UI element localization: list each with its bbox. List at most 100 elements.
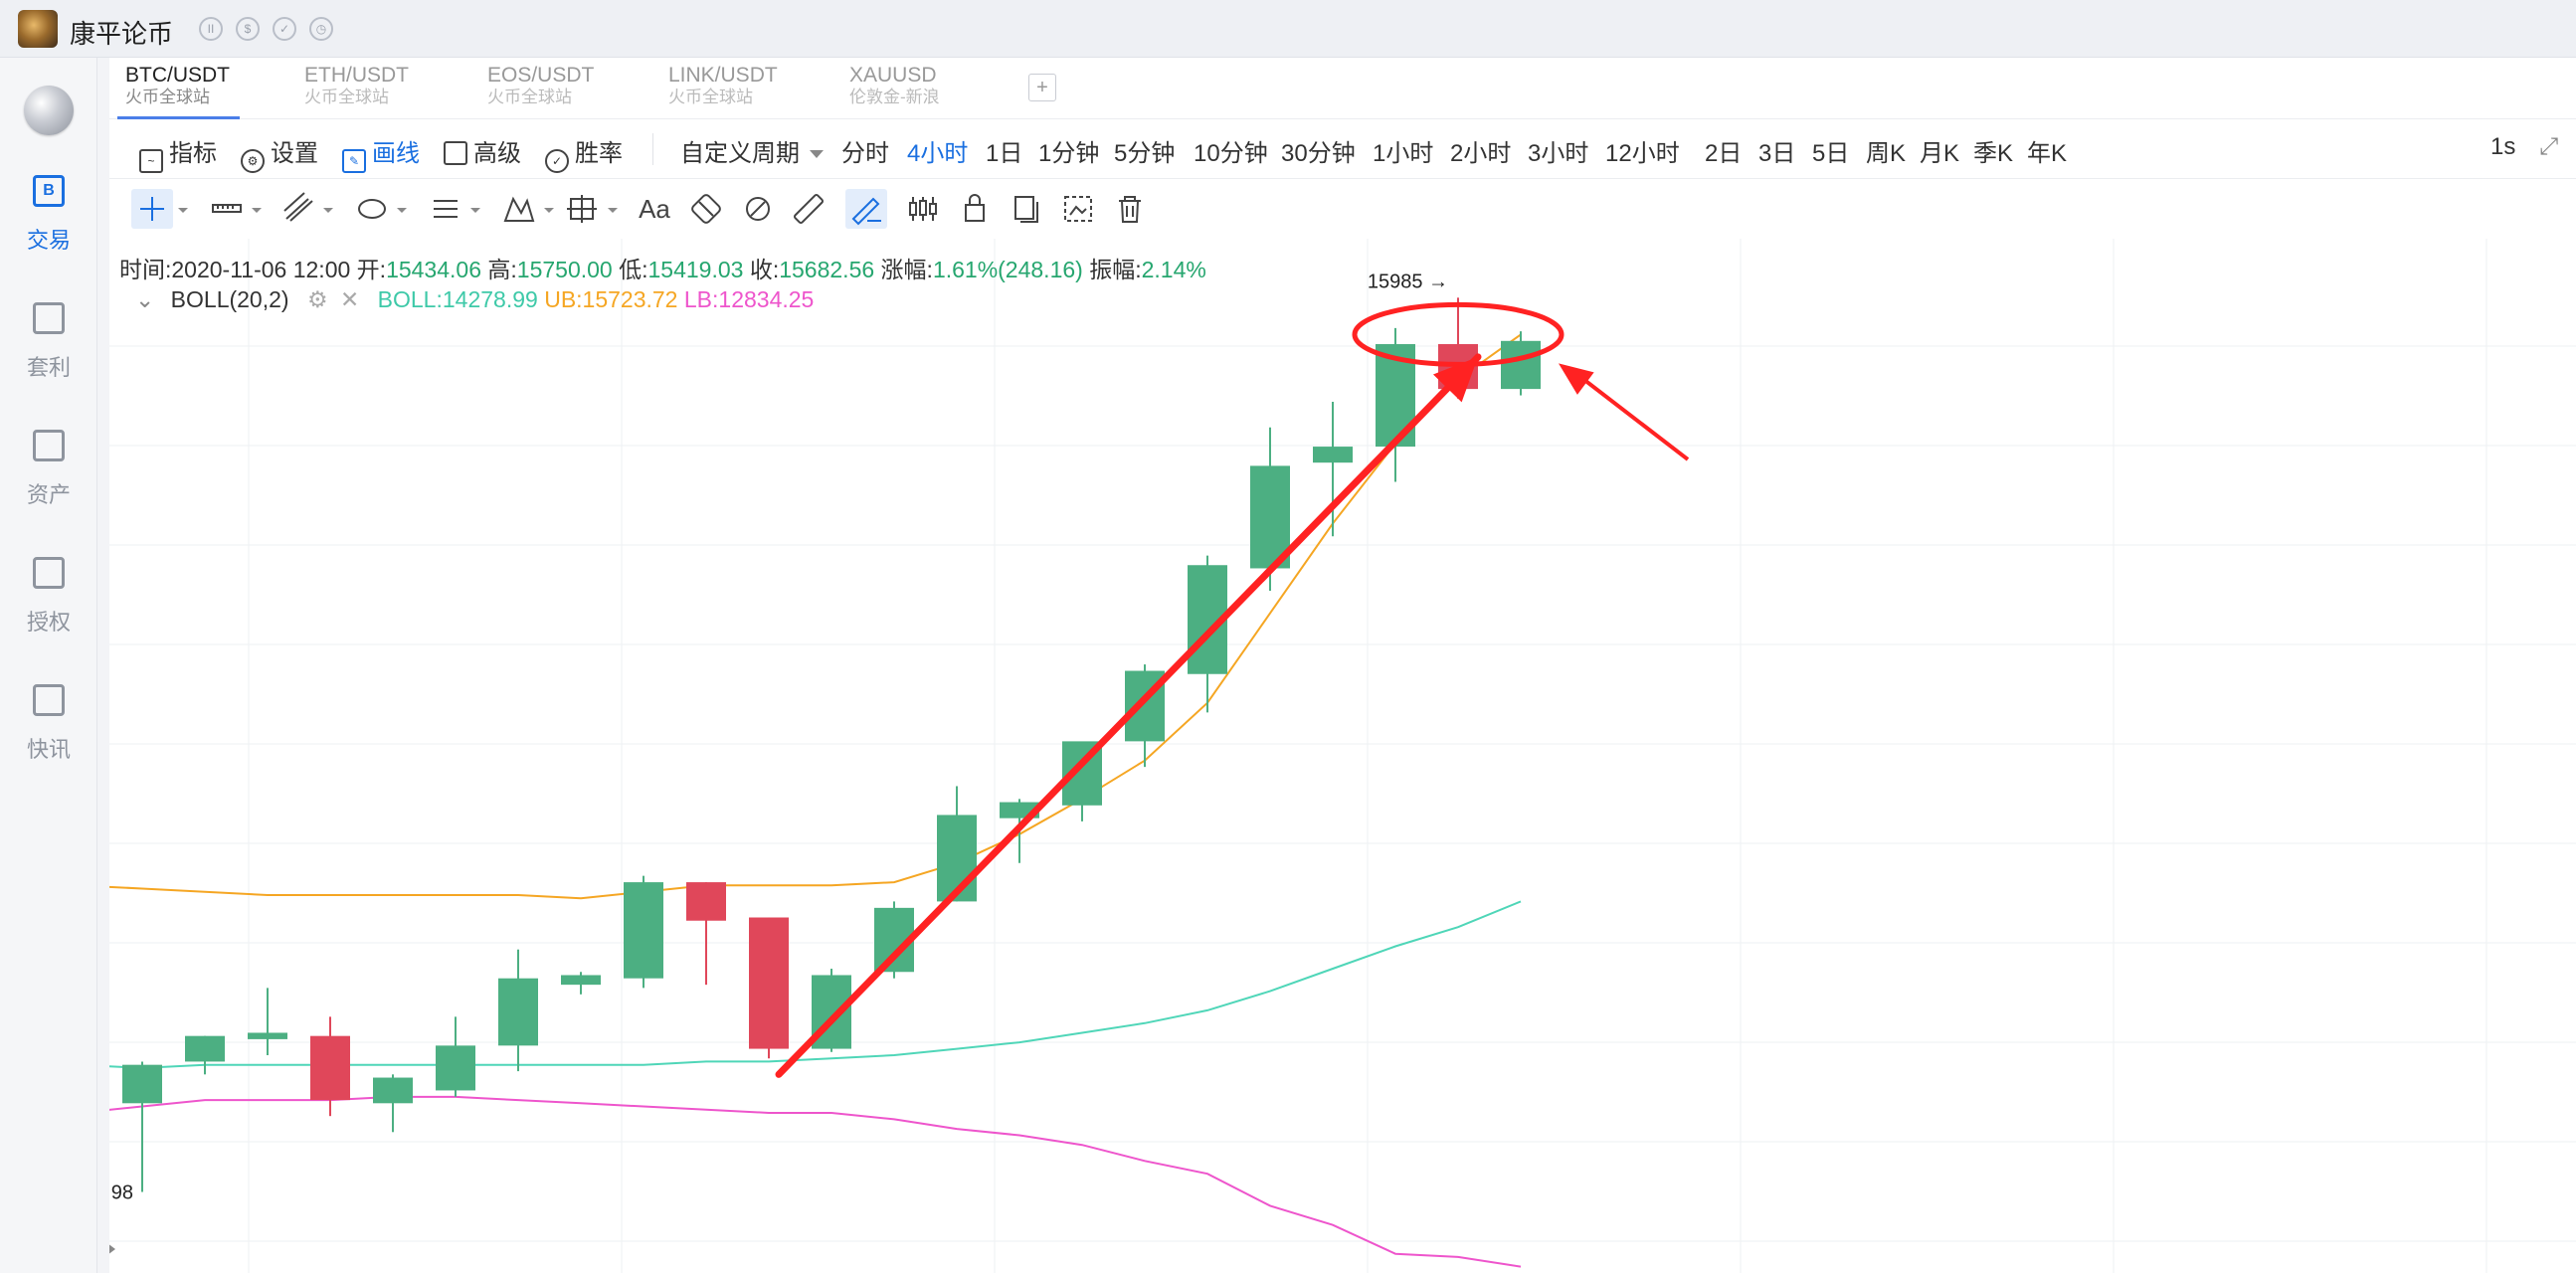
copy-tool[interactable] bbox=[1007, 189, 1046, 229]
text-tool[interactable]: Aa bbox=[635, 189, 674, 229]
ruler-tool[interactable] bbox=[207, 189, 247, 229]
pencil-line-icon bbox=[851, 197, 881, 226]
period-option[interactable]: 1分钟 bbox=[1038, 133, 1099, 168]
trendline-tool[interactable] bbox=[278, 189, 318, 229]
screenshot-icon bbox=[1064, 196, 1092, 222]
lock-tool[interactable] bbox=[738, 189, 778, 229]
copy-icon bbox=[1014, 196, 1038, 223]
candlestick-chart[interactable]: 15985 → ← 13192.98 bbox=[109, 239, 2576, 1273]
lock-drawings-tool[interactable] bbox=[955, 189, 995, 229]
chevron-down-icon bbox=[470, 208, 480, 213]
tab-eos-usdt[interactable]: EOS/USDT 火币全球站 bbox=[487, 64, 594, 117]
ruler-tool-dropdown[interactable] bbox=[247, 189, 267, 229]
period-option[interactable]: 年K bbox=[2027, 133, 2067, 168]
chevron-down-icon bbox=[397, 208, 407, 213]
period-option[interactable]: 季K bbox=[1973, 133, 2013, 168]
clock-icon[interactable]: ◷ bbox=[309, 17, 333, 41]
period-option[interactable]: 月K bbox=[1920, 133, 1959, 168]
sidebar-item-assets[interactable]: 资产 bbox=[0, 430, 97, 539]
pattern-tool-dropdown[interactable] bbox=[539, 189, 559, 229]
crosshair-tool[interactable] bbox=[131, 189, 173, 229]
fullscreen-icon[interactable]: ⤢ bbox=[2539, 133, 2558, 161]
trendline-tool-dropdown[interactable] bbox=[318, 189, 338, 229]
candle-body bbox=[122, 1064, 162, 1104]
chevron-down-icon bbox=[608, 208, 618, 213]
period-option[interactable]: 30分钟 bbox=[1281, 133, 1356, 168]
refresh-interval[interactable]: 1s bbox=[2490, 133, 2515, 161]
custom-period-dropdown[interactable]: 自定义周期 bbox=[680, 133, 824, 168]
sidebar-item-news[interactable]: 快讯 bbox=[0, 684, 97, 794]
period-option[interactable]: 5日 bbox=[1812, 133, 1849, 168]
period-option[interactable]: 1小时 bbox=[1373, 133, 1433, 168]
sidebar-item-authorize[interactable]: 授权 bbox=[0, 557, 97, 666]
parallel-tool[interactable] bbox=[426, 189, 465, 229]
tab-link-usdt[interactable]: LINK/USDT 火币全球站 bbox=[668, 64, 778, 117]
candle-body bbox=[749, 917, 789, 1049]
tab-btc-usdt[interactable]: BTC/USDT 火币全球站 bbox=[117, 64, 240, 119]
boll-upper-band bbox=[109, 333, 1522, 900]
shield-icon[interactable]: $ bbox=[236, 17, 260, 41]
period-option[interactable]: 4小时 bbox=[907, 133, 968, 168]
arbitrage-icon bbox=[33, 302, 65, 334]
crosshair-tool-dropdown[interactable] bbox=[173, 189, 193, 229]
period-option[interactable]: 1日 bbox=[986, 133, 1022, 168]
calendar-icon bbox=[444, 141, 467, 165]
delete-drawings-tool[interactable] bbox=[1110, 189, 1150, 229]
parallel-tool-dropdown[interactable] bbox=[465, 189, 485, 229]
magnet-tool[interactable] bbox=[686, 189, 726, 229]
draw-button[interactable]: ✎ 画线 bbox=[342, 133, 420, 173]
period-option[interactable]: 3小时 bbox=[1528, 133, 1588, 168]
boll-close-icon[interactable]: ✕ bbox=[340, 286, 359, 312]
sidebar-item-label: 资产 bbox=[26, 482, 71, 507]
ellipse-tool[interactable] bbox=[352, 189, 392, 229]
sidebar: B 交易 套利 资产 授权 快讯 bbox=[0, 58, 97, 1273]
boll-lb-value: 12834.25 bbox=[718, 286, 815, 312]
measure-tool-dropdown[interactable] bbox=[603, 189, 623, 229]
pattern-tool[interactable] bbox=[499, 189, 539, 229]
ellipse-tool-dropdown[interactable] bbox=[392, 189, 412, 229]
candle-body bbox=[185, 1035, 225, 1062]
candle-body bbox=[1313, 447, 1353, 463]
ohlc-amplitude: 2.14% bbox=[1141, 257, 1206, 282]
indicator-icon: ~ bbox=[139, 149, 163, 173]
trash-icon bbox=[1119, 196, 1141, 223]
winrate-button[interactable]: ✓ 胜率 bbox=[545, 133, 623, 173]
settings-button[interactable]: ⚙ 设置 bbox=[241, 133, 318, 173]
indicator-button[interactable]: ~ 指标 bbox=[139, 133, 217, 173]
ellipse-icon bbox=[358, 199, 386, 219]
candle-body bbox=[1501, 340, 1541, 390]
add-tab-button[interactable]: + bbox=[1028, 74, 1056, 101]
draw-mode-tool[interactable] bbox=[845, 189, 887, 229]
collapse-chevron-icon[interactable]: ⌄ bbox=[135, 286, 154, 312]
tab-xauusd[interactable]: XAUUSD 伦敦金-新浪 bbox=[849, 64, 940, 117]
period-option[interactable]: 5分钟 bbox=[1114, 133, 1175, 168]
candle-style-tool[interactable] bbox=[903, 189, 943, 229]
tab-eth-usdt[interactable]: ETH/USDT 火币全球站 bbox=[304, 64, 409, 117]
trade-icon: B bbox=[33, 175, 65, 207]
period-option[interactable]: 周K bbox=[1866, 133, 1906, 168]
measure-icon bbox=[567, 195, 597, 223]
sidebar-item-arbitrage[interactable]: 套利 bbox=[0, 302, 97, 412]
check-icon[interactable]: ✓ bbox=[273, 17, 296, 41]
period-option[interactable]: 10分钟 bbox=[1194, 133, 1268, 168]
app-title: 康平论币 bbox=[70, 19, 174, 49]
boll-ub-value: 15723.72 bbox=[582, 286, 678, 312]
sidebar-item-trade[interactable]: B 交易 bbox=[0, 175, 97, 284]
period-option[interactable]: 2日 bbox=[1705, 133, 1742, 168]
period-option[interactable]: 分时 bbox=[841, 133, 889, 168]
ohlc-high: 15750.00 bbox=[516, 257, 613, 282]
measure-tool[interactable] bbox=[563, 189, 603, 229]
ruler-icon bbox=[212, 204, 242, 213]
period-option[interactable]: 2小时 bbox=[1450, 133, 1511, 168]
boll-settings-icon[interactable]: ⚙ bbox=[307, 286, 328, 312]
sidebar-logo bbox=[24, 86, 74, 135]
period-option[interactable]: 3日 bbox=[1758, 133, 1795, 168]
boll-legend: ⌄ BOLL(20,2) ⚙ ✕ BOLL:14278.99 UB:15723.… bbox=[135, 286, 815, 312]
advanced-button[interactable]: 高级 bbox=[444, 133, 521, 167]
ruler-measure-tool[interactable] bbox=[790, 189, 829, 229]
min-price-label: ← 13192.98 bbox=[109, 1182, 133, 1204]
pause-icon[interactable]: II bbox=[199, 17, 223, 41]
screenshot-tool[interactable] bbox=[1058, 189, 1098, 229]
period-option[interactable]: 12小时 bbox=[1605, 133, 1680, 168]
lock-icon bbox=[965, 194, 985, 222]
